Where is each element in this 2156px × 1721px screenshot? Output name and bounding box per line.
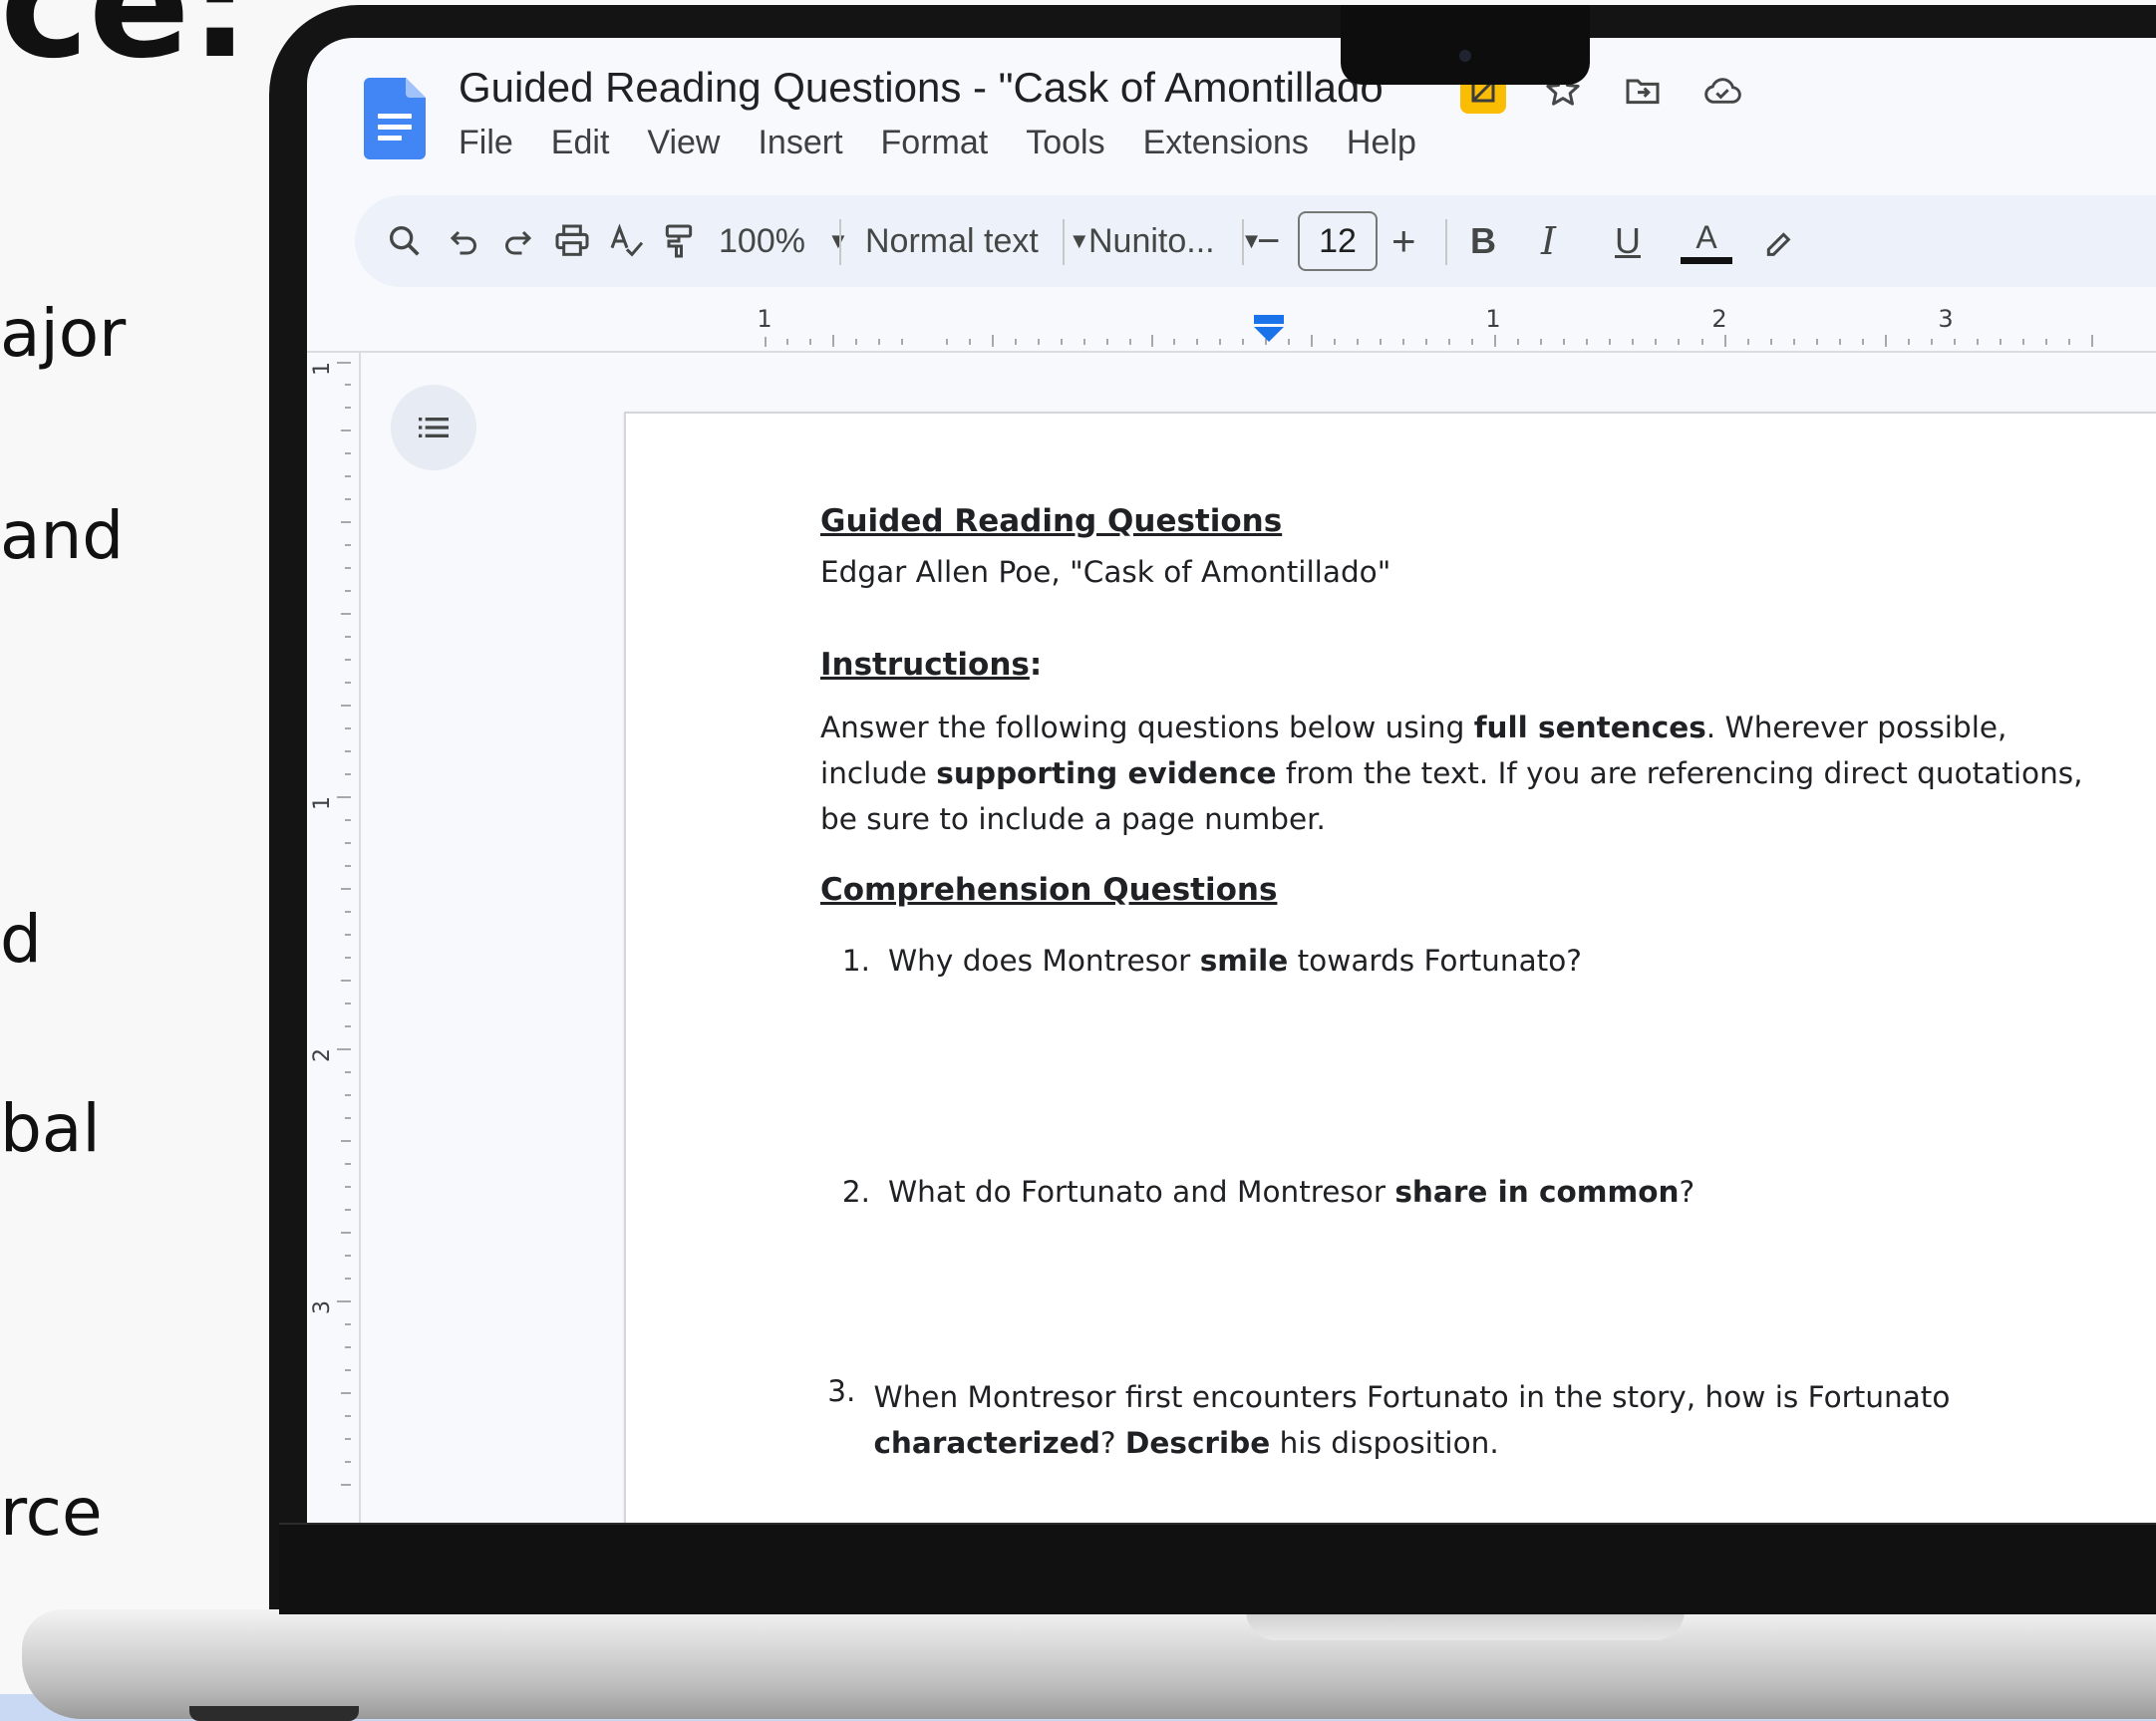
paragraph-style-select[interactable]: Normal text ▼ (865, 195, 1090, 287)
chevron-down-icon: ▼ (826, 228, 849, 253)
underline-button[interactable]: U (1615, 195, 1641, 287)
font-family-select[interactable]: Nunito... ▼ (1088, 195, 1262, 287)
menu-bar: File Edit View Insert Format Tools Exten… (459, 124, 1416, 162)
question-number: 1. (841, 944, 870, 978)
vertical-ruler-label: 3 (310, 1300, 335, 1314)
print-icon[interactable] (552, 195, 592, 287)
laptop-hinge-notch (1246, 1610, 1685, 1640)
vertical-ruler-label: 2 (310, 1048, 335, 1062)
slide-text-fragment: ajor (0, 295, 127, 372)
ruler-label: 1 (1485, 305, 1500, 333)
laptop-base (22, 1609, 2156, 1719)
text-color-button[interactable]: A (1681, 195, 1732, 287)
horizontal-ruler[interactable]: 1 1 2 3 (307, 287, 2156, 353)
paragraph-style-value: Normal text (865, 221, 1039, 260)
instructions-bold-text: full sentences (1473, 711, 1706, 744)
question-number: 3. (827, 1374, 856, 1408)
vertical-ruler-label: 1 (310, 362, 335, 376)
document-title[interactable]: Guided Reading Questions - "Cask of Amon… (459, 64, 1384, 112)
toolbar-divider (839, 219, 841, 265)
vertical-ruler-label: 1 (310, 796, 335, 810)
camera-notch (1341, 5, 1590, 85)
increase-font-size-button[interactable]: + (1391, 195, 1416, 287)
slide-title-fragment: ce: (0, 0, 250, 92)
comprehension-heading: Comprehension Questions (820, 872, 1278, 908)
camera-lens (1459, 50, 1471, 62)
instructions-paragraph: Answer the following questions below usi… (820, 705, 2086, 842)
text-color-swatch (1681, 256, 1732, 264)
slide-text-fragment: and (0, 497, 125, 574)
menu-format[interactable]: Format (881, 124, 989, 162)
slide-text-fragment: rce (0, 1474, 103, 1551)
question-number: 2. (841, 1175, 870, 1209)
font-size-input[interactable]: 12 (1298, 211, 1378, 271)
menu-edit[interactable]: Edit (551, 124, 610, 162)
google-docs-logo-icon[interactable] (364, 78, 426, 159)
question-text: Why does Montresor smile towards Fortuna… (888, 944, 1582, 978)
document-page[interactable]: Guided Reading Questions Edgar Allen Poe… (624, 412, 2156, 1523)
instructions-text: Answer the following questions below usi… (820, 711, 1474, 744)
laptop-chin (279, 1525, 2156, 1614)
bold-button[interactable]: B (1470, 195, 1496, 287)
zoom-select[interactable]: 100% ▼ (719, 195, 849, 287)
instructions-bold-text: supporting evidence (936, 756, 1277, 790)
slide-text-fragment: d (0, 901, 42, 978)
toolbar-divider (1063, 219, 1065, 265)
undo-icon[interactable] (447, 195, 482, 287)
toolbar: 100% ▼ Normal text ▼ Nunito... ▼ − 12 + … (355, 195, 2156, 287)
document-subtitle: Edgar Allen Poe, "Cask of Amontillado" (820, 555, 1391, 589)
chevron-down-icon: ▼ (1068, 228, 1090, 253)
menu-help[interactable]: Help (1347, 124, 1416, 162)
ruler-label: 2 (1711, 305, 1726, 333)
toolbar-divider (1445, 219, 1447, 265)
ruler-label: 1 (757, 305, 771, 333)
list-item: 2. What do Fortunato and Montresor share… (820, 1175, 2086, 1209)
search-icon[interactable] (385, 195, 425, 287)
list-item: 1. Why does Montresor smile towards Fort… (820, 944, 2086, 978)
ruler-label: 3 (1938, 305, 1953, 333)
menu-file[interactable]: File (459, 124, 513, 162)
move-to-folder-icon[interactable] (1620, 68, 1666, 114)
vertical-ruler[interactable]: 1 1 2 3 (307, 353, 361, 1523)
slide-text-fragment: bal (0, 1090, 101, 1167)
zoom-value: 100% (719, 221, 805, 260)
toolbar-divider (1242, 219, 1244, 265)
italic-button[interactable]: I (1541, 195, 1556, 287)
instructions-colon: : (1029, 647, 1043, 683)
laptop-foot (189, 1706, 359, 1721)
menu-tools[interactable]: Tools (1026, 124, 1104, 162)
question-text: When Montresor first encounters Fortunat… (873, 1380, 1951, 1460)
text-color-letter: A (1695, 218, 1717, 255)
document-outline-button[interactable] (391, 385, 476, 470)
menu-insert[interactable]: Insert (758, 124, 842, 162)
document-heading: Guided Reading Questions (820, 503, 1283, 539)
indent-marker-icon[interactable] (1254, 315, 1284, 342)
cloud-saved-icon[interactable] (1699, 68, 1745, 114)
redo-icon[interactable] (499, 195, 535, 287)
laptop-screen: Guided Reading Questions - "Cask of Amon… (307, 38, 2156, 1523)
decrease-font-size-button[interactable]: − (1257, 195, 1280, 287)
paint-format-icon[interactable] (659, 195, 699, 287)
menu-view[interactable]: View (647, 124, 720, 162)
list-item: 3. When Montresor first encounters Fortu… (820, 1374, 2086, 1466)
question-text: What do Fortunato and Montresor share in… (888, 1175, 1695, 1209)
menu-extensions[interactable]: Extensions (1143, 124, 1309, 162)
font-size-stepper[interactable]: 12 (1298, 195, 1378, 287)
highlight-color-icon[interactable] (1760, 195, 1800, 287)
instructions-heading: Instructions (820, 647, 1030, 683)
spellcheck-icon[interactable] (607, 195, 647, 287)
font-family-value: Nunito... (1088, 221, 1215, 260)
list-icon (419, 418, 449, 437)
